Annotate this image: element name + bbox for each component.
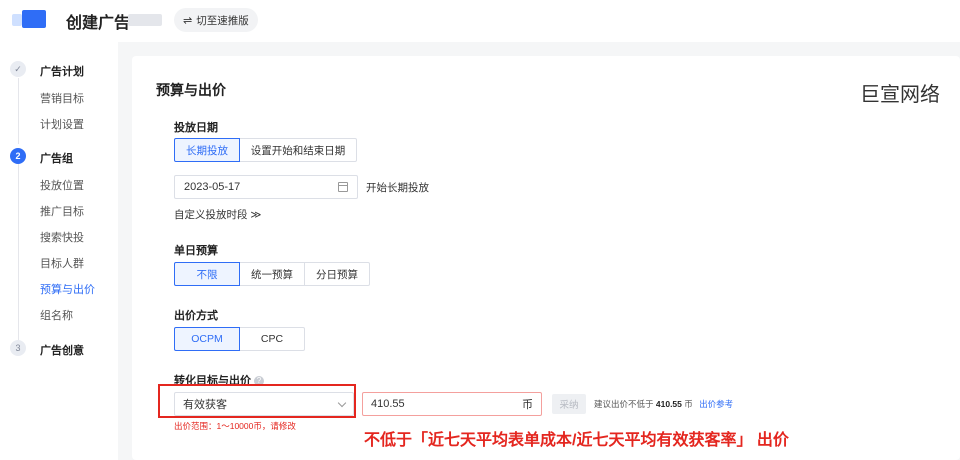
budget-segmented: 不限 统一预算 分日预算 bbox=[174, 262, 370, 286]
switch-version-button[interactable]: ⇌ 切至速推版 bbox=[174, 8, 258, 32]
bid-option-ocpm[interactable]: OCPM bbox=[174, 327, 240, 351]
blurred-title-suffix bbox=[128, 14, 162, 26]
bid-option-cpc[interactable]: CPC bbox=[239, 327, 305, 351]
suggest-prefix: 建议出价不低于 bbox=[594, 399, 654, 409]
custom-time-toggle[interactable]: 自定义投放时段 ≫ bbox=[174, 207, 261, 222]
suggested-bid: 建议出价不低于 410.55 币 出价参考 bbox=[594, 398, 733, 410]
step-connector bbox=[18, 78, 19, 144]
suggest-value: 410.55 bbox=[655, 399, 682, 409]
sidebar-item-group-name[interactable]: 组名称 bbox=[40, 307, 73, 323]
step-3-number: 3 bbox=[10, 340, 26, 356]
schedule-option-date-range[interactable]: 设置开始和结束日期 bbox=[239, 138, 357, 162]
sidebar-item-plan-settings[interactable]: 计划设置 bbox=[40, 116, 84, 132]
sidebar-item-placement[interactable]: 投放位置 bbox=[40, 177, 84, 193]
bid-price-input[interactable]: 410.55 币 bbox=[362, 392, 542, 416]
sidebar-item-search-fast[interactable]: 搜索快投 bbox=[40, 229, 84, 245]
bid-reference-link[interactable]: 出价参考 bbox=[699, 399, 733, 409]
bid-price-unit: 币 bbox=[522, 399, 533, 411]
app-logo bbox=[12, 10, 48, 28]
adopt-suggestion-button[interactable]: 采纳 bbox=[552, 394, 586, 414]
step-2-number: 2 bbox=[10, 148, 26, 164]
swap-icon: ⇌ bbox=[183, 14, 193, 27]
bid-range-error: 出价范围：1～10000币，请修改 bbox=[174, 421, 296, 431]
highlight-box bbox=[158, 384, 356, 418]
schedule-option-long-term[interactable]: 长期投放 bbox=[174, 138, 240, 162]
watermark-text: 巨宣网络 bbox=[860, 82, 940, 106]
switch-version-label: 切至速推版 bbox=[196, 14, 249, 27]
sidebar-item-marketing-goal[interactable]: 营销目标 bbox=[40, 90, 84, 106]
budget-label: 单日预算 bbox=[174, 245, 218, 257]
bid-price-value: 410.55 bbox=[371, 398, 405, 410]
top-header: 创建广告 ⇌ 切至速推版 bbox=[0, 0, 960, 42]
start-date-hint: 开始长期投放 bbox=[366, 182, 429, 194]
calendar-icon[interactable] bbox=[338, 182, 348, 192]
suggest-unit: 币 bbox=[684, 399, 693, 409]
bid-method-segmented: OCPM CPC bbox=[174, 327, 305, 351]
step-title-campaign[interactable]: 广告计划 bbox=[40, 63, 84, 79]
sidebar-item-audience[interactable]: 目标人群 bbox=[40, 255, 84, 271]
page-title: 创建广告 bbox=[66, 15, 131, 32]
sidebar-item-budget-bid[interactable]: 预算与出价 bbox=[40, 281, 95, 297]
annotation-text: 不低于「近七天平均表单成本/近七天平均有效获客率」 出价 bbox=[364, 432, 789, 449]
budget-option-unlimited[interactable]: 不限 bbox=[174, 262, 240, 286]
schedule-segmented: 长期投放 设置开始和结束日期 bbox=[174, 138, 357, 162]
budget-option-unified[interactable]: 统一预算 bbox=[239, 262, 305, 286]
step-title-ad-group[interactable]: 广告组 bbox=[40, 150, 73, 166]
step-title-creative[interactable]: 广告创意 bbox=[40, 342, 84, 358]
step-1-check-icon: ✓ bbox=[10, 61, 26, 77]
bid-method-label: 出价方式 bbox=[174, 310, 218, 322]
start-date-input[interactable]: 2023-05-17 bbox=[174, 175, 358, 199]
start-date-value: 2023-05-17 bbox=[184, 181, 241, 193]
budget-option-daily[interactable]: 分日预算 bbox=[304, 262, 370, 286]
section-title: 预算与出价 bbox=[156, 82, 226, 98]
schedule-label: 投放日期 bbox=[174, 122, 218, 134]
step-connector bbox=[18, 164, 19, 340]
sidebar-item-promotion-target[interactable]: 推广目标 bbox=[40, 203, 84, 219]
